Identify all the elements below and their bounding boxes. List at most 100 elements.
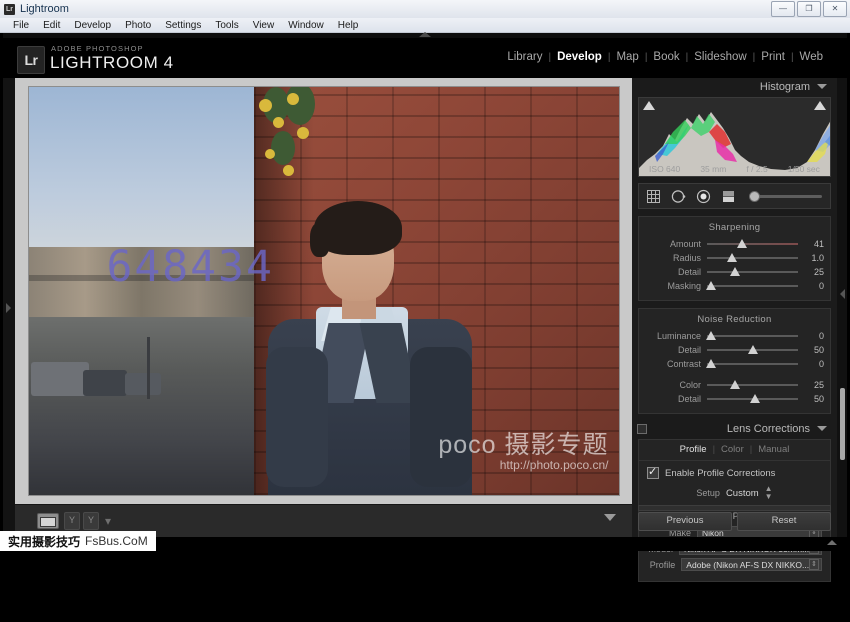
- minimize-button[interactable]: —: [771, 1, 795, 17]
- lens-profile-row[interactable]: Profile Adobe (Nikon AF-S DX NIKKO... ⇕: [639, 558, 830, 574]
- slider-detail[interactable]: Detail 25: [639, 265, 830, 279]
- slider-color-detail[interactable]: Detail 50: [639, 392, 830, 406]
- menu-develop[interactable]: Develop: [67, 18, 118, 33]
- chevron-down-icon[interactable]: [817, 426, 827, 431]
- histogram-panel-header[interactable]: Histogram: [632, 78, 837, 95]
- slider-luminance-detail-label: Detail: [677, 345, 701, 355]
- graduated-filter-icon[interactable]: [720, 188, 737, 205]
- loupe-view-icon[interactable]: [37, 513, 59, 529]
- slider-luminance-value: 0: [818, 331, 824, 341]
- module-slideshow[interactable]: Slideshow: [688, 51, 752, 63]
- module-library[interactable]: Library: [501, 51, 548, 63]
- menu-tools[interactable]: Tools: [208, 18, 245, 33]
- reset-button[interactable]: Reset: [737, 512, 831, 531]
- lens-corrections-header[interactable]: Lens Corrections: [632, 420, 837, 437]
- slider-color-track[interactable]: [707, 379, 798, 391]
- lens-profile-label: Profile: [649, 559, 676, 570]
- exif-focal-length: 35 mm: [700, 164, 727, 174]
- enable-profile-corrections-row[interactable]: Enable Profile Corrections: [639, 461, 830, 481]
- toolbar-chevron-down-icon[interactable]: [604, 514, 616, 521]
- slider-luminance-contrast-track[interactable]: [705, 358, 798, 370]
- shadow-clipping-indicator[interactable]: [643, 101, 655, 110]
- right-panel-scrollbar[interactable]: [840, 388, 845, 460]
- slider-masking-track[interactable]: [705, 280, 798, 292]
- module-print[interactable]: Print: [755, 51, 791, 63]
- slider-amount[interactable]: Amount 41: [639, 237, 830, 251]
- module-develop[interactable]: Develop: [551, 51, 608, 63]
- photo-car-2: [82, 370, 127, 396]
- chevron-left-icon: [840, 289, 845, 300]
- chevron-updown-icon[interactable]: ⇕: [809, 559, 819, 570]
- slider-masking-label: Masking: [667, 281, 701, 291]
- slider-radius-track[interactable]: [707, 252, 798, 264]
- poco-url-text: http://photo.poco.cn/: [499, 458, 609, 472]
- photo-viewport[interactable]: 648434 poco 摄影专题 http://photo.poco.cn/: [15, 78, 632, 504]
- menu-settings[interactable]: Settings: [158, 18, 208, 33]
- slider-luminance-detail[interactable]: Detail 50: [639, 343, 830, 357]
- module-book[interactable]: Book: [647, 51, 685, 63]
- exif-aperture: f / 2.5: [746, 164, 768, 174]
- module-map[interactable]: Map: [610, 51, 644, 63]
- slider-luminance-detail-value: 50: [813, 345, 824, 355]
- menu-file[interactable]: File: [6, 18, 36, 33]
- window-app-icon: Lr: [4, 3, 15, 15]
- photo-arm-left: [265, 347, 328, 487]
- histogram-graph[interactable]: ISO 640 35 mm f / 2.5 1/50 sec: [638, 97, 831, 177]
- menu-photo[interactable]: Photo: [118, 18, 158, 33]
- slider-luminance[interactable]: Luminance 0: [639, 329, 830, 343]
- module-web[interactable]: Web: [794, 51, 829, 63]
- slider-luminance-detail-track[interactable]: [707, 344, 798, 356]
- close-button[interactable]: ✕: [823, 1, 847, 17]
- previous-button[interactable]: Previous: [638, 512, 732, 531]
- highlight-clipping-indicator[interactable]: [814, 101, 826, 110]
- setup-stepper-icon[interactable]: ▲ ▼: [765, 485, 773, 501]
- crop-overlay-icon[interactable]: [645, 188, 662, 205]
- spot-removal-icon[interactable]: [670, 188, 687, 205]
- window-title: Lightroom: [20, 3, 69, 15]
- slider-amount-track[interactable]: [707, 238, 798, 250]
- slider-color[interactable]: Color 25: [639, 378, 830, 392]
- left-panel-collapse-strip[interactable]: [3, 78, 15, 537]
- menu-window[interactable]: Window: [281, 18, 331, 33]
- slider-luminance-label: Luminance: [656, 331, 701, 341]
- chevron-down-icon[interactable]: [817, 84, 827, 89]
- chevron-right-icon: [6, 302, 11, 313]
- tab-color[interactable]: Color: [721, 444, 744, 455]
- lens-corrections-tabs: Profile | Color | Manual: [639, 440, 830, 461]
- brand-title: LIGHTROOM 4: [50, 53, 174, 72]
- slider-radius[interactable]: Radius 1.0: [639, 251, 830, 265]
- menu-edit[interactable]: Edit: [36, 18, 67, 33]
- tab-manual[interactable]: Manual: [758, 444, 789, 455]
- tab-separator-2: |: [749, 444, 753, 455]
- slider-color-value: 25: [813, 380, 824, 390]
- right-panel-collapse-strip[interactable]: [837, 78, 847, 537]
- compare-view-icon[interactable]: Y: [64, 512, 80, 530]
- red-eye-icon[interactable]: [695, 188, 712, 205]
- photo-number-watermark: 648434: [106, 242, 274, 292]
- noise-reduction-panel: Noise Reduction Luminance 0 Detail 50 Co…: [638, 308, 831, 414]
- slider-luminance-track[interactable]: [705, 330, 798, 342]
- setup-row[interactable]: Setup Custom ▲ ▼: [639, 481, 830, 503]
- window-controls: — ❐ ✕: [771, 1, 847, 17]
- slider-color-detail-value: 50: [813, 394, 824, 404]
- panel-switch-icon[interactable]: [637, 423, 647, 434]
- menu-view[interactable]: View: [246, 18, 282, 33]
- setup-value[interactable]: Custom: [726, 488, 759, 499]
- image-canvas: 648434 poco 摄影专题 http://photo.poco.cn/ Y…: [15, 78, 632, 537]
- adjustment-brush-slider[interactable]: [749, 191, 822, 202]
- toolbar-more-icon[interactable]: ▾: [105, 514, 111, 528]
- slider-color-detail-track[interactable]: [707, 393, 798, 405]
- tab-profile[interactable]: Profile: [680, 444, 707, 455]
- slider-luminance-contrast[interactable]: Contrast 0: [639, 357, 830, 371]
- enable-profile-corrections-checkbox[interactable]: [647, 465, 659, 479]
- lightroom-app: Lr ADOBE PHOTOSHOP LIGHTROOM 4 Library |…: [0, 32, 850, 582]
- menu-help[interactable]: Help: [331, 18, 366, 33]
- maximize-button[interactable]: ❐: [797, 1, 821, 17]
- lens-profile-select[interactable]: Adobe (Nikon AF-S DX NIKKO... ⇕: [681, 558, 822, 571]
- slider-detail-label: Detail: [677, 267, 701, 277]
- photo-image[interactable]: 648434 poco 摄影专题 http://photo.poco.cn/: [28, 87, 619, 495]
- slider-masking[interactable]: Masking 0: [639, 279, 830, 293]
- slider-radius-label: Radius: [672, 253, 701, 263]
- slider-detail-track[interactable]: [707, 266, 798, 278]
- survey-view-icon[interactable]: Y: [83, 512, 99, 530]
